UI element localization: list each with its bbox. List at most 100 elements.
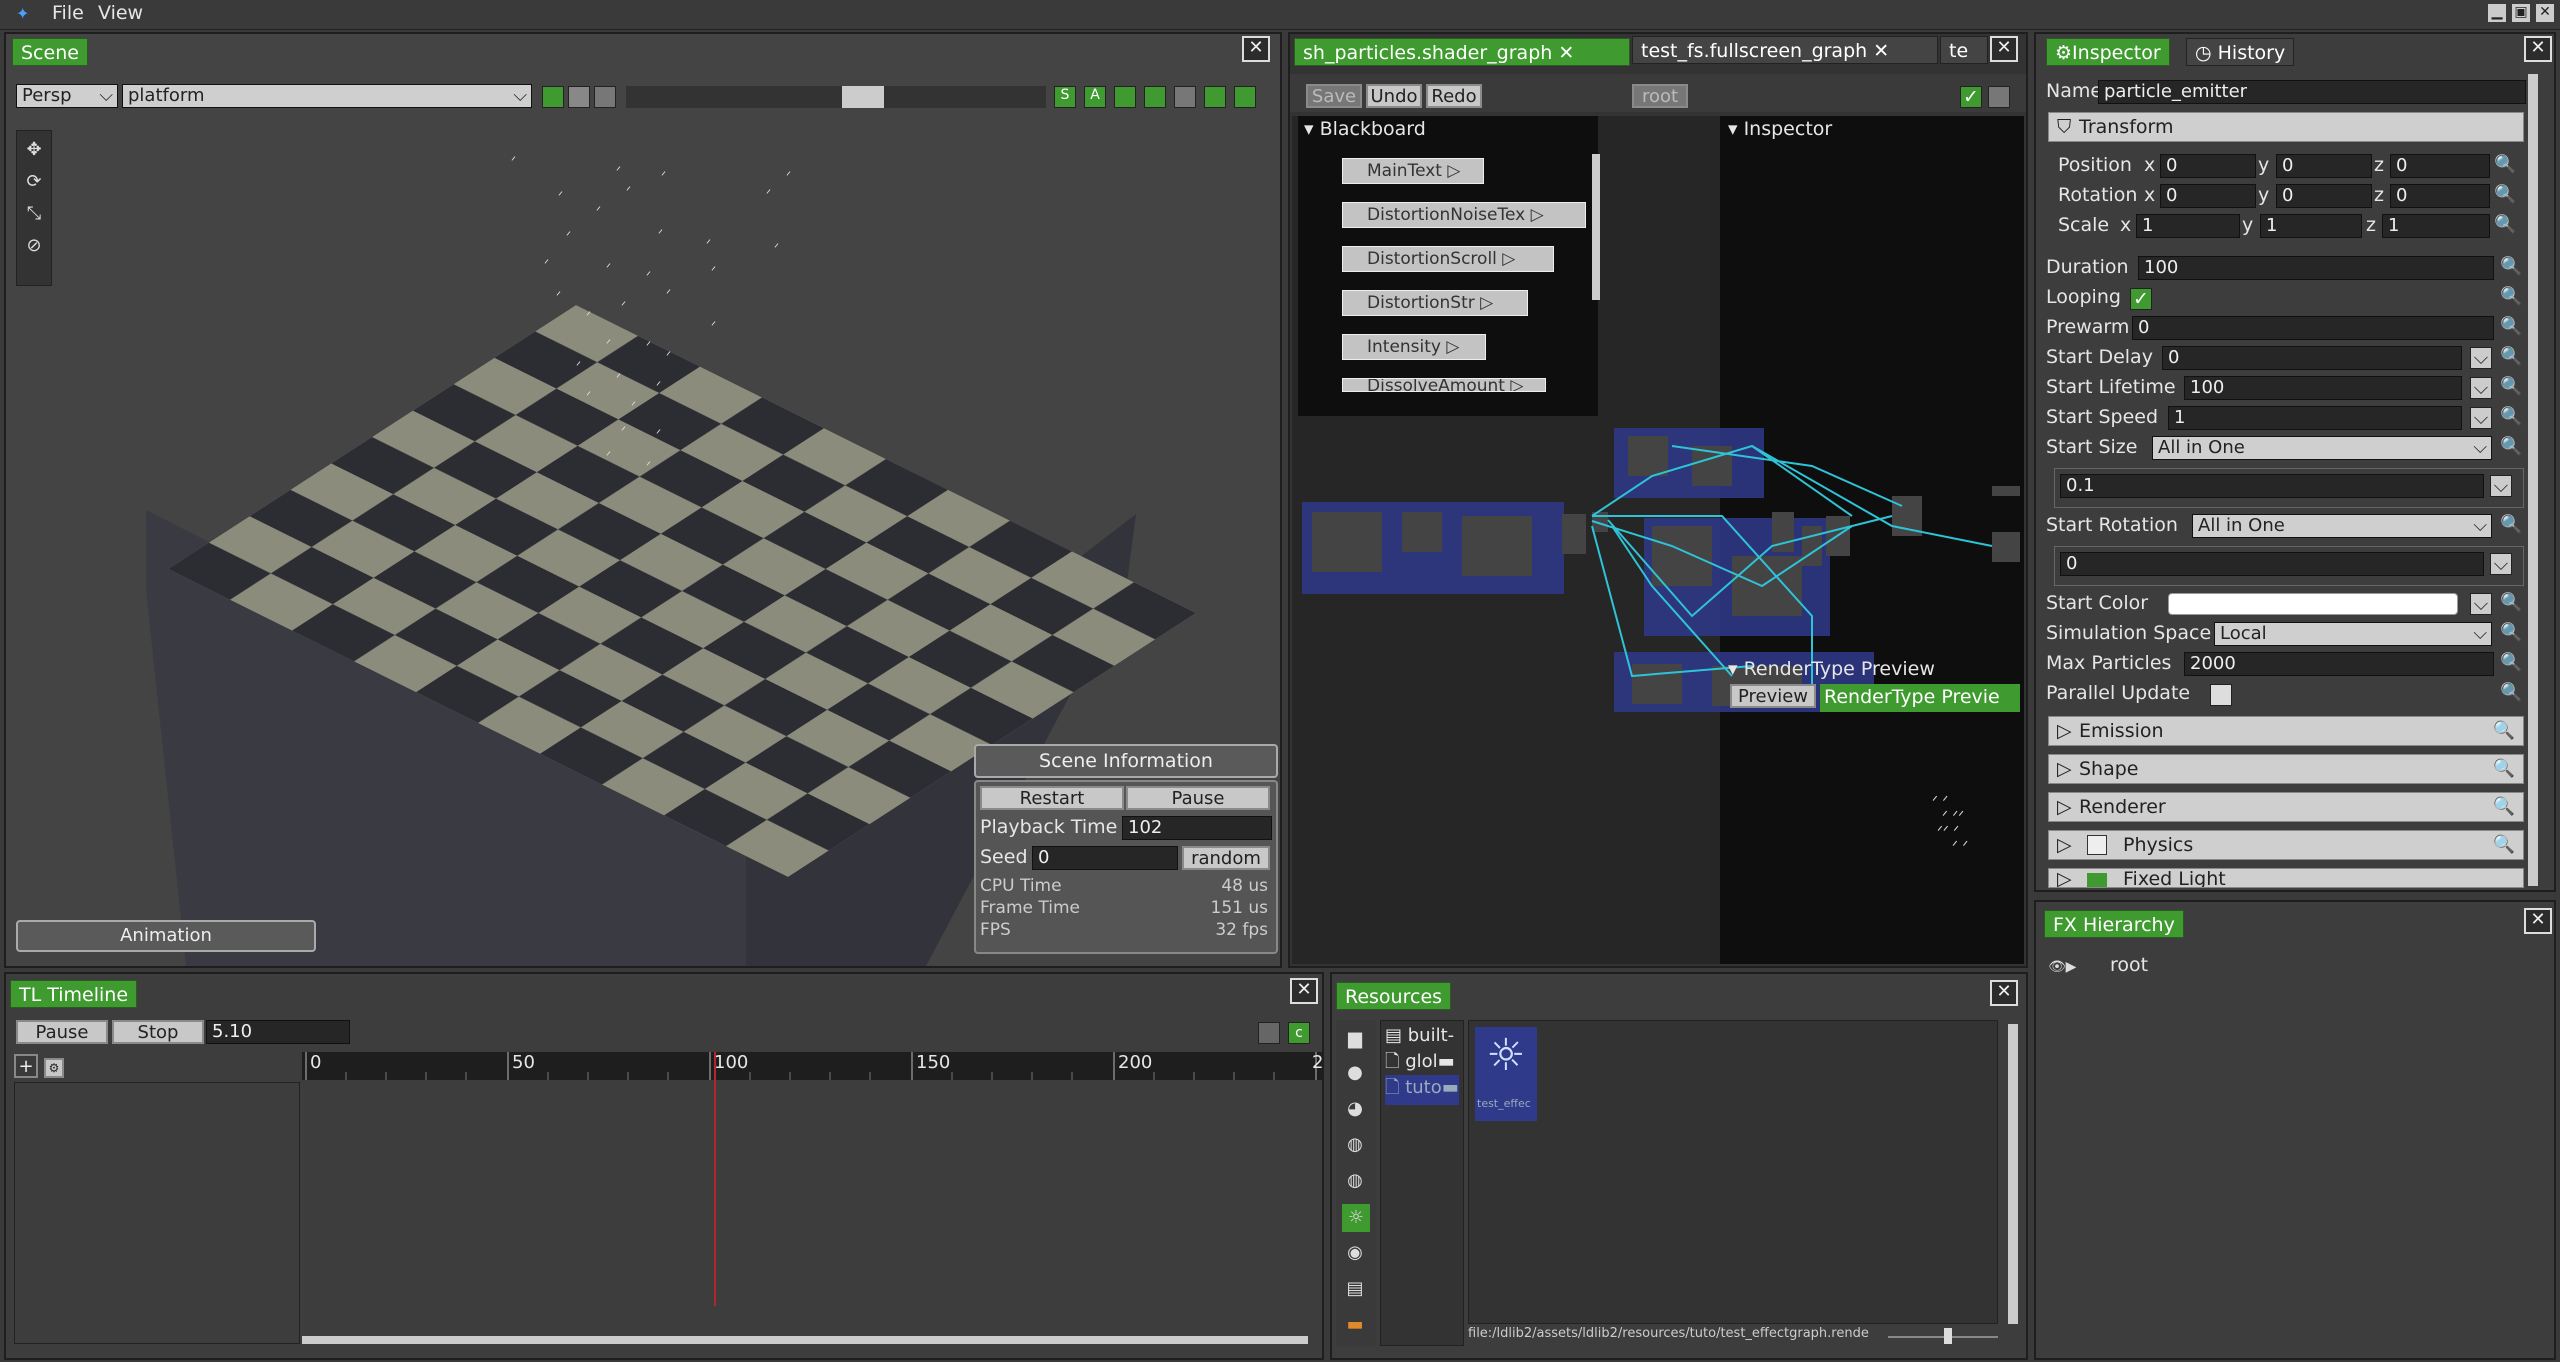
start-color-swatch[interactable]	[2168, 593, 2458, 615]
animation-button[interactable]: Animation	[16, 920, 316, 952]
duration-field[interactable]: 100	[2138, 256, 2494, 280]
minimize-button[interactable]: ▁	[2488, 4, 2506, 22]
save-button[interactable]: Save	[1306, 84, 1362, 108]
menu-view[interactable]: View	[98, 2, 143, 24]
name-field[interactable]: particle_emitter	[2098, 80, 2526, 104]
timeline-playhead[interactable]	[714, 1052, 716, 1306]
rendertype-select[interactable]: RenderType Previe	[1820, 684, 2020, 712]
light-icon[interactable]	[1204, 86, 1226, 108]
image-icon[interactable]: ▤	[1344, 1278, 1366, 1300]
renderer-section[interactable]: ▷ Renderer 🔍	[2048, 792, 2524, 822]
transform-section[interactable]: ⛉ Transform	[2048, 112, 2524, 142]
search-icon[interactable]: 🔍	[2493, 717, 2515, 745]
sphere-icon[interactable]	[1174, 86, 1196, 108]
sphere-icon[interactable]: ●	[1344, 1062, 1366, 1084]
undo-button[interactable]: Undo	[1366, 84, 1422, 108]
search-icon[interactable]: 🔍	[2500, 406, 2522, 428]
tab-fx-hierarchy[interactable]: FX Hierarchy	[2044, 910, 2184, 938]
zoom-slider-thumb[interactable]	[1944, 1328, 1952, 1344]
cube-icon[interactable]	[1114, 86, 1136, 108]
search-icon[interactable]: 🔍	[2500, 256, 2522, 278]
search-icon[interactable]: 🔍	[2500, 286, 2522, 308]
seed-field[interactable]: 0	[1032, 846, 1178, 870]
blackboard-item[interactable]: MainText ▷	[1342, 158, 1484, 184]
projection-select[interactable]: Persp ⌵	[16, 84, 118, 108]
box-view-button[interactable]	[594, 86, 616, 108]
resources-vscroll[interactable]	[2008, 1024, 2018, 1324]
search-icon[interactable]: 🔍	[2494, 154, 2516, 176]
color-wheel-icon[interactable]: ◉	[1344, 1242, 1366, 1264]
search-icon[interactable]: 🔍	[2500, 346, 2522, 368]
rotation-x-field[interactable]: 0	[2160, 184, 2256, 208]
search-icon[interactable]: 🔍	[2500, 316, 2522, 338]
search-icon[interactable]: 🔍	[2500, 514, 2522, 536]
close-fx-hierarchy-button[interactable]: ✕	[2524, 908, 2552, 934]
add-track-button[interactable]: +	[14, 1054, 38, 1078]
timeline-pause-button[interactable]: Pause	[16, 1020, 108, 1044]
shader-icon[interactable]: ◍	[1344, 1170, 1366, 1192]
pause-scene-button[interactable]: Pause	[1126, 786, 1270, 810]
tree-item-tuto[interactable]: 🗋 tuto▬	[1385, 1075, 1459, 1105]
tab-timeline[interactable]: TL Timeline	[10, 980, 138, 1008]
solid-view-button[interactable]	[542, 86, 564, 108]
resource-files[interactable]: ☼ test_effec	[1468, 1020, 1998, 1324]
wire-view-button[interactable]	[568, 86, 590, 108]
blackboard-scrollbar[interactable]	[1592, 154, 1600, 300]
sun-icon[interactable]	[1234, 86, 1256, 108]
toolbar-slider-thumb[interactable]	[842, 86, 884, 108]
random-button[interactable]: random	[1182, 846, 1270, 870]
chevron-right-icon[interactable]: ▶	[2060, 956, 2082, 978]
sim-space-select[interactable]: Local ⌵	[2214, 622, 2492, 646]
scale-z-field[interactable]: 1	[2382, 214, 2490, 238]
fixed-light-checkbox[interactable]	[2087, 873, 2107, 887]
shield-icon[interactable]	[1144, 86, 1166, 108]
chevron-down-icon[interactable]: ⌵	[2490, 553, 2512, 575]
close-timeline-button[interactable]: ✕	[1290, 978, 1318, 1004]
search-icon[interactable]: 🔍	[2493, 831, 2515, 859]
parallel-update-checkbox[interactable]	[2210, 684, 2232, 706]
search-icon[interactable]: 🔍	[2500, 652, 2522, 674]
tab-fullscreen-graph[interactable]: test_fs.fullscreen_graph ✕	[1632, 36, 1938, 64]
position-z-field[interactable]: 0	[2390, 154, 2490, 178]
blackboard-item[interactable]: DistortionScroll ▷	[1342, 246, 1554, 272]
snap-s-button[interactable]: S	[1054, 86, 1076, 108]
graph-settings-icon[interactable]	[1988, 86, 2010, 108]
search-icon[interactable]: 🔍	[2500, 682, 2522, 704]
fixed-light-section[interactable]: ▷ Fixed Light	[2048, 868, 2524, 888]
close-scene-button[interactable]: ✕	[1242, 36, 1270, 62]
apply-check-icon[interactable]: ✓	[1960, 86, 1982, 108]
close-tab-icon[interactable]: ✕	[1873, 40, 1889, 62]
blackboard-item[interactable]: Intensity ▷	[1342, 334, 1486, 360]
search-icon[interactable]: 🔍	[2494, 184, 2516, 206]
scene-select[interactable]: platform ⌵	[122, 84, 532, 108]
start-size-mode-select[interactable]: All in One ⌵	[2152, 436, 2492, 460]
palette-icon[interactable]: ◕	[1344, 1098, 1366, 1120]
chevron-down-icon[interactable]: ⌵	[2470, 593, 2492, 615]
menu-file[interactable]: File	[52, 2, 84, 24]
inspector-scrollbar[interactable]	[2528, 74, 2538, 886]
texture-icon[interactable]: ◍	[1344, 1134, 1366, 1156]
close-tab-icon[interactable]: ✕	[1558, 42, 1574, 64]
timeline-loop-icon[interactable]: c	[1288, 1022, 1310, 1044]
scale-x-field[interactable]: 1	[2136, 214, 2240, 238]
preview-button[interactable]: Preview	[1730, 684, 1816, 708]
start-rotation-mode-select[interactable]: All in One ⌵	[2192, 514, 2492, 538]
tab-resources[interactable]: Resources	[1336, 982, 1452, 1010]
scale-y-field[interactable]: 1	[2260, 214, 2362, 238]
tab-inspector[interactable]: ⚙Inspector	[2046, 38, 2170, 66]
scene-info-header[interactable]: Scene Information	[974, 744, 1278, 778]
blackboard-item[interactable]: DistortionStr ▷	[1342, 290, 1528, 316]
blackboard-item[interactable]: DistortionNoiseTex ▷	[1342, 202, 1586, 228]
close-graph-button[interactable]: ✕	[1990, 36, 2018, 62]
tree-item-builtin[interactable]: ▤ built-	[1385, 1025, 1454, 1046]
position-x-field[interactable]: 0	[2160, 154, 2256, 178]
emission-section[interactable]: ▷ Emission 🔍	[2048, 716, 2524, 746]
start-speed-field[interactable]: 1	[2168, 406, 2462, 430]
chevron-down-icon[interactable]: ⌵	[2490, 475, 2512, 497]
root-breadcrumb[interactable]: root	[1632, 84, 1688, 108]
hierarchy-root[interactable]: root	[2110, 954, 2148, 976]
restart-button[interactable]: Restart	[980, 786, 1124, 810]
chevron-down-icon[interactable]: ⌵	[2470, 347, 2492, 369]
looping-checkbox[interactable]: ✓	[2130, 288, 2152, 310]
track-options-button[interactable]: ⚙	[44, 1058, 64, 1078]
